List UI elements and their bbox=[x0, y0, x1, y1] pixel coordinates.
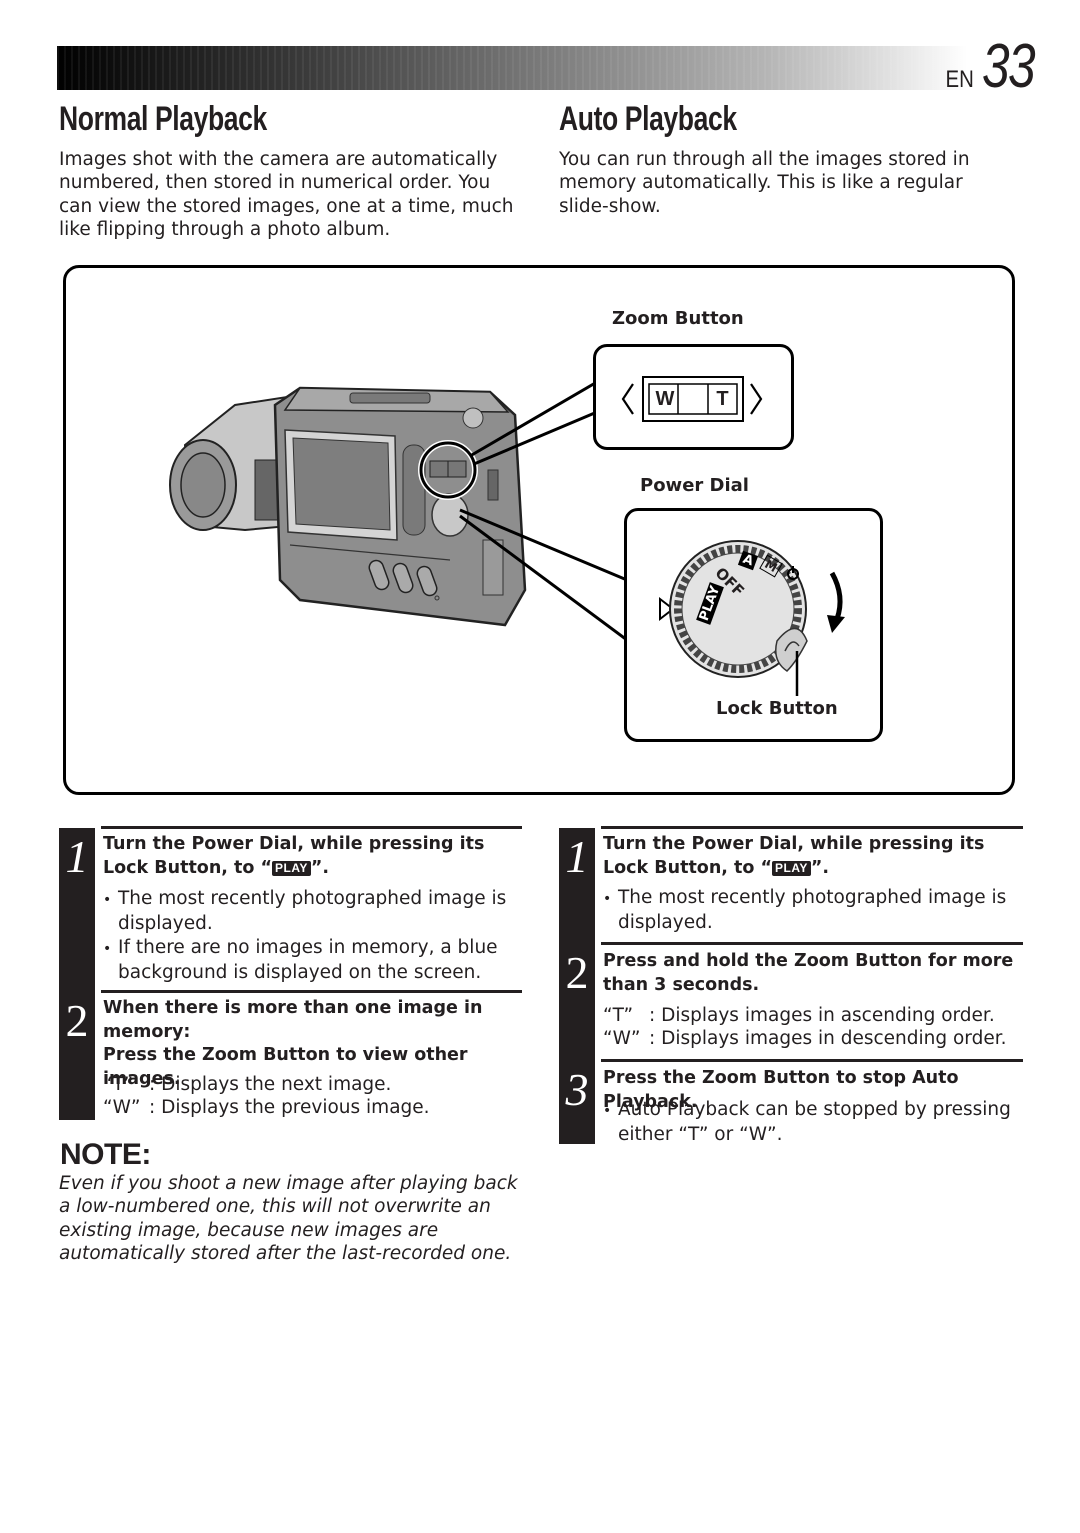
zoom-w-description: “W”: Displays the previous image. bbox=[103, 1097, 430, 1119]
zoom-t-description: “T”: Displays the next image. bbox=[103, 1074, 392, 1095]
chevron-left-icon bbox=[621, 383, 634, 415]
power-dial-callout: A M OFF PLAY Lock Button bbox=[624, 508, 883, 742]
normal-step-1-bullets: The most recently photographed image is … bbox=[103, 887, 523, 984]
auto-step-3-number: 3 bbox=[565, 1064, 589, 1115]
normal-step-1-number: 1 bbox=[65, 831, 89, 882]
auto-step-2-number: 2 bbox=[565, 947, 589, 998]
auto-step-3-bullets: Auto Playback can be stopped by pressing… bbox=[603, 1098, 1023, 1147]
zoom-button-label: Zoom Button bbox=[612, 308, 744, 329]
chevron-right-icon bbox=[750, 383, 763, 415]
normal-step-2-number: 2 bbox=[65, 995, 89, 1046]
lock-button-label: Lock Button bbox=[716, 698, 838, 719]
zoom-button-callout: W T bbox=[593, 344, 794, 450]
rotate-arrow-icon bbox=[827, 615, 845, 633]
auto-step-2-heading: Press and hold the Zoom Button for more … bbox=[603, 951, 1014, 995]
camera-body bbox=[273, 386, 527, 627]
normal-step-1-rule bbox=[101, 826, 522, 829]
zoom-t-label: T bbox=[716, 388, 729, 410]
zoom-t-description: “T”: Displays images in ascending order. bbox=[603, 1005, 995, 1026]
normal-step-2-rule bbox=[101, 990, 522, 993]
auto-step-2-items: “T”: Displays images in ascending order.… bbox=[603, 1004, 1028, 1051]
zoom-w-label: W bbox=[655, 388, 675, 410]
auto-step-3-rule bbox=[601, 1059, 1023, 1062]
auto-step-1-rule bbox=[601, 826, 1023, 829]
auto-step-2-rule bbox=[601, 942, 1023, 945]
auto-step-1-number: 1 bbox=[565, 831, 589, 882]
play-mode-badge: PLAY bbox=[772, 860, 811, 876]
note-text: Even if you shoot a new image after play… bbox=[59, 1173, 518, 1264]
bullet-item: The most recently photographed image is … bbox=[103, 887, 523, 936]
camera-illustration bbox=[169, 380, 628, 642]
normal-step-1-heading: Turn the Power Dial, while pressing its … bbox=[103, 834, 485, 878]
note-title: NOTE: bbox=[60, 1138, 151, 1171]
bullet-item: Auto Playback can be stopped by pressing… bbox=[603, 1098, 1023, 1147]
play-mode-badge: PLAY bbox=[272, 860, 311, 876]
bullet-item: If there are no images in memory, a blue… bbox=[103, 936, 523, 985]
zoom-w-description: “W”: Displays images in descending order… bbox=[603, 1028, 1007, 1050]
auto-step-1-bullets: The most recently photographed image is … bbox=[603, 886, 1023, 935]
bullet-item: The most recently photographed image is … bbox=[603, 886, 1023, 935]
auto-step-1-heading: Turn the Power Dial, while pressing its … bbox=[603, 834, 985, 878]
zoom-switch-diagram bbox=[621, 376, 763, 422]
power-dial-label: Power Dial bbox=[640, 475, 749, 496]
normal-step-2-items: “T”: Displays the next image. “W”: Displ… bbox=[103, 1073, 523, 1120]
